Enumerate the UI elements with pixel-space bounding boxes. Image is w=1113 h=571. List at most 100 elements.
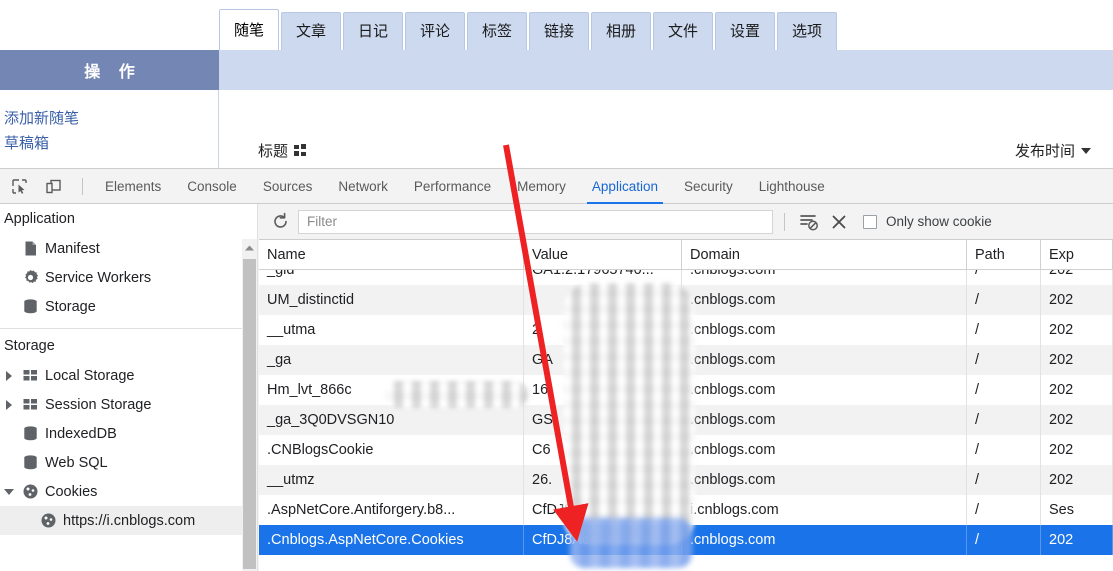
sidebar-section-application: Application [4, 211, 75, 227]
close-x-icon[interactable] [824, 208, 854, 236]
site-tab-9[interactable]: 选项 [777, 12, 837, 50]
table-row[interactable]: _gidGA1.2.17965740....cnblogs.com/202 [259, 270, 1113, 285]
site-tab-2[interactable]: 日记 [343, 12, 403, 50]
sidebar-item-cookies[interactable]: Cookies [0, 477, 257, 506]
table-row[interactable]: Hm_lvt_866c 16 .cnblogs.com/202 [259, 374, 1113, 405]
checkbox-box-icon[interactable] [863, 214, 877, 229]
sort-by-publish-time-dropdown[interactable]: 发布时间 [1015, 140, 1091, 161]
cell-path: / [967, 494, 1041, 525]
only-show-cookies-checkbox[interactable]: Only show cookie [863, 214, 992, 229]
column-header-exp[interactable]: Exp [1041, 240, 1113, 270]
sidebar-item-local-storage[interactable]: Local Storage [0, 361, 257, 390]
refresh-icon[interactable] [265, 208, 295, 236]
cell-path: / [967, 284, 1041, 315]
cell-value: 2 [524, 314, 682, 345]
table-icon [22, 396, 39, 413]
filter-input[interactable] [298, 209, 773, 234]
devtools-tab-lighthouse[interactable]: Lighthouse [746, 169, 838, 204]
cell-expires: 202 [1041, 270, 1113, 285]
cell-name: Hm_lvt_866c [259, 374, 524, 405]
cell-value: GS [524, 404, 682, 435]
devtools-tab-network[interactable]: Network [325, 169, 401, 204]
clear-filter-icon[interactable] [794, 208, 824, 236]
cell-path: / [967, 314, 1041, 345]
table-header-row: Name Value Domain Path Exp [259, 240, 1113, 270]
chevron-right-icon[interactable] [4, 370, 16, 382]
site-tab-3[interactable]: 评论 [405, 12, 465, 50]
chevron-down-icon[interactable] [4, 486, 16, 498]
devtools-tab-label: Elements [105, 178, 162, 194]
cell-name: _gid [259, 270, 524, 285]
devtools-tab-performance[interactable]: Performance [401, 169, 504, 204]
site-tab-5[interactable]: 链接 [529, 12, 589, 50]
sidebar-item-session-storage[interactable]: Session Storage [0, 390, 257, 419]
cell-name: _ga_3Q0DVSGN10 [259, 404, 524, 435]
sidebar-scrollbar-thumb[interactable] [243, 259, 256, 569]
sidebar-item-label: Manifest [45, 240, 100, 257]
devtools-application-sidebar: Application Manifest Service Workers Stora… [0, 204, 258, 571]
site-tab-label: 文章 [295, 23, 326, 40]
sidebar-item-cookie-origin[interactable]: https://i.cnblogs.com [0, 506, 257, 535]
column-header-path[interactable]: Path [967, 240, 1041, 270]
table-row[interactable]: _ga_3Q0DVSGN10 GS .cnblogs.com/202 [259, 404, 1113, 435]
sidebar-scrollbar[interactable] [242, 239, 257, 571]
table-row[interactable]: .CNBlogsCookie C6 .cnblogs.com/202 [259, 434, 1113, 465]
devtools-tab-label: Console [187, 178, 237, 194]
devtools-tab-memory[interactable]: Memory [504, 169, 579, 204]
site-tab-label: 标签 [481, 23, 512, 40]
column-header-name[interactable]: Name [259, 240, 524, 270]
cell-expires: 202 [1041, 404, 1113, 435]
scroll-up-arrow-icon[interactable] [242, 239, 257, 256]
devtools-tab-bar: Elements Console Sources Network Performance… [0, 169, 1113, 204]
cookies-pane: Only show cookie NameValueDomainPathExp … [259, 204, 1113, 571]
column-header-domain[interactable]: Domain [682, 240, 967, 270]
devtools-tab-sources[interactable]: Sources [250, 169, 326, 204]
site-tab-8[interactable]: 设置 [715, 12, 775, 50]
sidebar-item-service-workers[interactable]: Service Workers [0, 263, 257, 292]
cell-value: GA [524, 344, 682, 375]
devtools-tab-elements[interactable]: Elements [92, 169, 174, 204]
toggle-device-toolbar-icon[interactable] [39, 173, 67, 199]
devtools-tab-console[interactable]: Console [174, 169, 250, 204]
cell-name: UM_distinctid [259, 284, 524, 315]
cell-domain: .cnblogs.com [682, 270, 967, 285]
sidebar-item-indexeddb[interactable]: IndexedDB [0, 419, 257, 448]
chevron-right-icon[interactable] [4, 399, 16, 411]
add-new-post-link[interactable]: 添加新随笔 [4, 106, 218, 131]
cookies-table: NameValueDomainPathExp _gidGA1.2.1796574… [259, 240, 1113, 571]
cell-expires: Ses [1041, 494, 1113, 525]
devtools-tab-label: Sources [262, 178, 313, 194]
site-tab-6[interactable]: 相册 [591, 12, 651, 50]
site-tab-1[interactable]: 文章 [281, 12, 341, 50]
drafts-link[interactable]: 草稿箱 [4, 131, 218, 156]
table-row[interactable]: _ga GA .cnblogs.com/202 [259, 344, 1113, 375]
site-tab-0[interactable]: 随笔 [219, 9, 279, 50]
table-row[interactable]: .Cnblogs.AspNetCore.Cookies CfDJ8Ac .cnblo… [259, 524, 1113, 555]
cell-name: .CNBlogsCookie [259, 434, 524, 465]
cell-domain: .cnblogs.com [682, 314, 967, 345]
cell-value: CfDJ8 [524, 494, 682, 525]
table-row[interactable]: UM_distinctid .cnblogs.com/202 [259, 284, 1113, 315]
devtools-tab-application[interactable]: Application [579, 169, 671, 204]
table-row[interactable]: __utma 2 .cnblogs.com/202 [259, 314, 1113, 345]
site-tab-label: 评论 [419, 23, 450, 40]
cell-name: .Cnblogs.AspNetCore.Cookies [259, 524, 524, 555]
sidebar-item-label: Storage [45, 298, 96, 315]
sidebar-item-manifest[interactable]: Manifest [0, 234, 257, 263]
site-tab-7[interactable]: 文件 [653, 12, 713, 50]
table-row[interactable]: .AspNetCore.Antiforgery.b8... CfDJ8 i.cnbl… [259, 494, 1113, 525]
devtools-tab-label: Memory [517, 178, 566, 194]
table-row[interactable]: __utmz 26. .cnblogs.com/202 [259, 464, 1113, 495]
devtools-tab-security[interactable]: Security [671, 169, 746, 204]
sidebar-item-label: Cookies [45, 483, 98, 500]
sidebar-item-storage[interactable]: Storage [0, 292, 257, 321]
column-header-value[interactable]: Value [524, 240, 682, 270]
site-tab-4[interactable]: 标签 [467, 12, 527, 50]
sidebar-item-label: Local Storage [45, 367, 135, 384]
cell-expires: 202 [1041, 524, 1113, 555]
inspect-element-icon[interactable] [5, 173, 33, 199]
cell-domain: i.cnblogs.com [682, 494, 967, 525]
clipped-top-row-wrap: _gidGA1.2.17965740....cnblogs.com/202 [259, 270, 1113, 285]
sidebar-item-web-sql[interactable]: Web SQL [0, 448, 257, 477]
cell-domain: .cnblogs.com [682, 374, 967, 405]
